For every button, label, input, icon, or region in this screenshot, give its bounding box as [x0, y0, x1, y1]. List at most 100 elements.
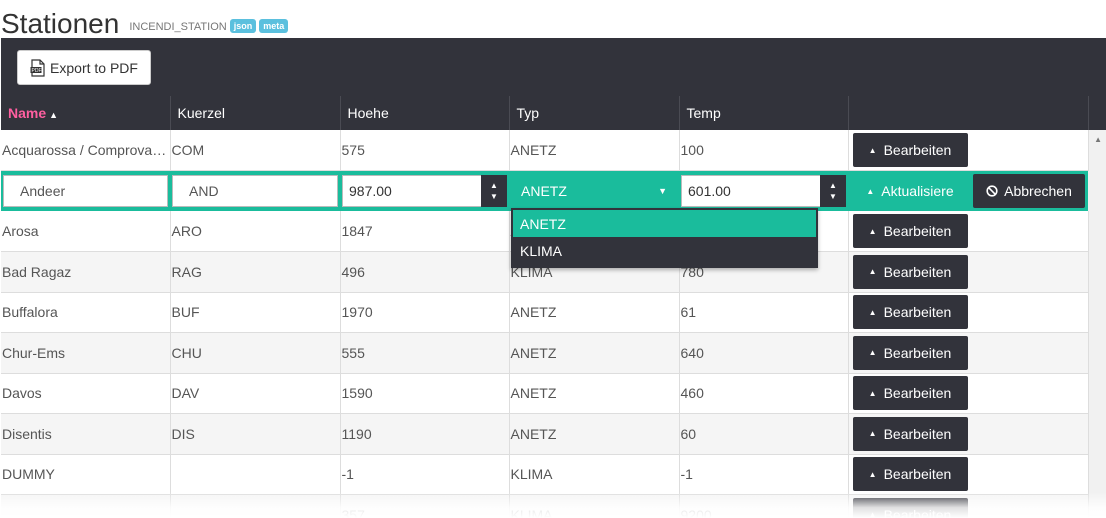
- dropdown-option-klima[interactable]: KLIMA: [513, 237, 816, 264]
- scrollbar-track[interactable]: [1088, 211, 1106, 252]
- scrollbar-track[interactable]: [1088, 454, 1106, 495]
- cell-actions: ▲ Bearbeiten: [848, 413, 1089, 455]
- edit-button[interactable]: ▲ Bearbeiten: [852, 335, 968, 370]
- edit-button[interactable]: ▲ Bearbeiten: [852, 214, 968, 248]
- cell-name: DUMMY: [1, 454, 171, 495]
- triangle-up-icon: ▲: [866, 186, 875, 196]
- cell-name: Disentis: [1, 413, 171, 455]
- cell-kuerzel: RAG: [170, 251, 341, 293]
- cell-temp: 640: [679, 332, 849, 374]
- typ-select-value: ANETZ: [521, 183, 567, 199]
- triangle-up-icon: ▲: [868, 429, 877, 439]
- column-header-name[interactable]: Name ▲: [1, 96, 171, 130]
- cell-temp: 61: [679, 292, 849, 333]
- cell-hoehe: 555: [340, 332, 510, 374]
- cell-actions: ▲ Bearbeiten: [848, 454, 1089, 495]
- scrollbar-track[interactable]: [1088, 251, 1106, 292]
- triangle-up-icon: ▲: [868, 267, 877, 277]
- scrollbar-track[interactable]: [1088, 373, 1106, 414]
- meta-badge[interactable]: meta: [259, 19, 289, 33]
- column-header-hoehe[interactable]: Hoehe: [340, 96, 510, 130]
- edit-button[interactable]: ▲ Bearbeiten: [852, 254, 968, 289]
- sort-asc-icon: ▲: [49, 110, 59, 120]
- cell-name: Bad Ragaz: [1, 251, 171, 293]
- scrollbar-track[interactable]: [1088, 332, 1106, 373]
- edit-button[interactable]: ▲ Bearbeiten: [852, 457, 968, 492]
- cell-kuerzel: ARO: [170, 211, 341, 252]
- cell-temp: 9200: [679, 494, 849, 518]
- column-header-typ[interactable]: Typ: [509, 96, 680, 130]
- stations-panel: PDF Export to PDF Name ▲ Kuerzel Hoehe Ty…: [1, 38, 1106, 518]
- page-title: Stationen: [1, 8, 120, 39]
- hoehe-spinner[interactable]: ▲ ▼: [481, 175, 507, 207]
- typ-select[interactable]: ANETZ ▼: [511, 175, 677, 207]
- cell-kuerzel: BUF: [170, 292, 341, 333]
- dropdown-option-anetz[interactable]: ANETZ: [513, 210, 816, 237]
- cancel-button[interactable]: Abbrechen: [973, 174, 1085, 208]
- column-header-temp[interactable]: Temp: [679, 96, 849, 130]
- cell-name: Acquarossa / Comprovasco: [1, 130, 171, 171]
- edit-row: ▲▼ ANETZ ▼ ▲▼ ▲Aktu: [1, 170, 1106, 211]
- cell-kuerzel: [170, 454, 341, 495]
- table-row: 357 KLIMA 9200 ▲ Bearbeiten: [1, 494, 1106, 518]
- edit-button[interactable]: ▲ Bearbeiten: [852, 133, 968, 167]
- cell-typ: ANETZ: [509, 413, 680, 455]
- cell-hoehe: 1847: [340, 211, 510, 252]
- edit-button[interactable]: ▲ Bearbeiten: [852, 295, 968, 330]
- cell-temp: -1: [679, 454, 849, 495]
- column-header-kuerzel[interactable]: Kuerzel: [170, 96, 341, 130]
- cell-hoehe: 357: [340, 494, 510, 518]
- export-pdf-button[interactable]: PDF Export to PDF: [17, 50, 151, 85]
- export-pdf-label: Export to PDF: [50, 59, 138, 76]
- spin-down-icon[interactable]: ▼: [490, 191, 498, 202]
- cell-temp: 60: [679, 413, 849, 455]
- cell-name: Davos: [1, 373, 171, 414]
- cell-kuerzel: COM: [170, 130, 341, 171]
- name-input[interactable]: [3, 175, 168, 207]
- cell-kuerzel: CHU: [170, 332, 341, 374]
- cell-actions: ▲ Bearbeiten: [848, 494, 1089, 518]
- spin-down-icon[interactable]: ▼: [829, 191, 837, 202]
- table-row: DUMMY -1 KLIMA -1 ▲ Bearbeiten: [1, 454, 1106, 495]
- cell-hoehe: 1590: [340, 373, 510, 414]
- edit-button[interactable]: ▲ Bearbeiten: [852, 497, 968, 518]
- json-badge[interactable]: json: [229, 19, 257, 33]
- svg-text:PDF: PDF: [32, 68, 42, 74]
- cell-typ: ANETZ: [509, 292, 680, 333]
- update-button[interactable]: ▲ Aktualisiere: [850, 174, 970, 208]
- table-row: Disentis DIS 1190 ANETZ 60 ▲ Bearbeiten: [1, 413, 1106, 455]
- edit-button[interactable]: ▲ Bearbeiten: [852, 416, 968, 451]
- triangle-up-icon: ▲: [868, 307, 877, 317]
- scrollbar-track[interactable]: [1088, 292, 1106, 333]
- cell-name: [1, 494, 171, 518]
- typ-dropdown-menu: ANETZ KLIMA: [511, 208, 818, 268]
- spin-up-icon[interactable]: ▲: [490, 180, 498, 191]
- cell-hoehe: 575: [340, 130, 510, 171]
- scrollbar-track[interactable]: [1088, 170, 1106, 211]
- table-name: INCENDI_STATION: [129, 21, 227, 33]
- cell-actions: ▲ Bearbeiten: [848, 332, 1089, 374]
- spin-up-icon[interactable]: ▲: [829, 180, 837, 191]
- triangle-up-icon: ▲: [868, 469, 877, 479]
- scrollbar-track[interactable]: [1088, 413, 1106, 454]
- temp-spinner[interactable]: ▲ ▼: [820, 175, 846, 207]
- cell-typ: ANETZ: [509, 130, 680, 171]
- edit-button[interactable]: ▲ Bearbeiten: [852, 376, 968, 411]
- kuerzel-input[interactable]: [172, 175, 338, 207]
- toolbar: PDF Export to PDF: [1, 38, 1106, 96]
- cell-name: Buffalora: [1, 292, 171, 333]
- cell-temp: 100: [679, 130, 849, 171]
- cell-kuerzel: DAV: [170, 373, 341, 414]
- scrollbar-track[interactable]: [1088, 494, 1106, 518]
- scroll-up-icon[interactable]: ▲: [1094, 135, 1102, 144]
- cell-temp: 460: [679, 373, 849, 414]
- triangle-up-icon: ▲: [868, 145, 877, 155]
- cell-hoehe: 1970: [340, 292, 510, 333]
- cell-typ: KLIMA: [509, 494, 680, 518]
- stations-table: Name ▲ Kuerzel Hoehe Typ Temp Acquarossa …: [1, 96, 1106, 518]
- cell-actions: ▲ Bearbeiten: [848, 373, 1089, 414]
- table-header-row: Name ▲ Kuerzel Hoehe Typ Temp: [1, 96, 1106, 130]
- ban-icon: [986, 185, 998, 197]
- cell-kuerzel: DIS: [170, 413, 341, 455]
- cell-typ: ANETZ: [509, 332, 680, 374]
